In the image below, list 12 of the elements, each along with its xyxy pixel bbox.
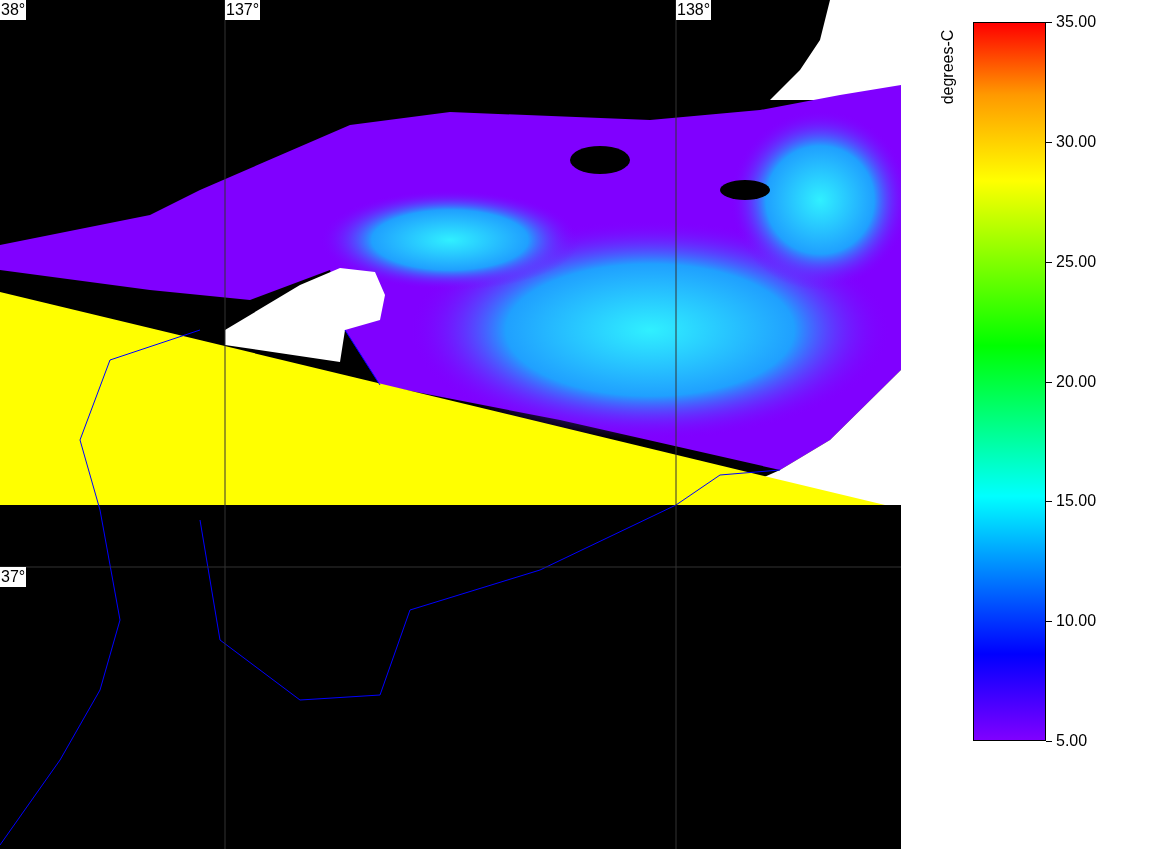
colorbar-tick-label: 25.00 [1056, 252, 1097, 271]
grid-label: 37° [0, 567, 27, 587]
colorbar-title: degrees-C [938, 29, 958, 105]
grid-label: 138° [676, 0, 712, 20]
colorbar-tick-label: 10.00 [1056, 612, 1097, 631]
colorbar-tick-label: 20.00 [1056, 372, 1097, 391]
colorbar-tick-label: 15.00 [1056, 492, 1097, 511]
colorbar-tick-label: 5.00 [1056, 732, 1088, 750]
grid-label: 38° [0, 0, 27, 20]
colorbar-tick-label: 30.00 [1056, 132, 1097, 151]
colorbar-tick-label: 35.00 [1056, 13, 1097, 31]
grid-label: 137° [225, 0, 261, 20]
